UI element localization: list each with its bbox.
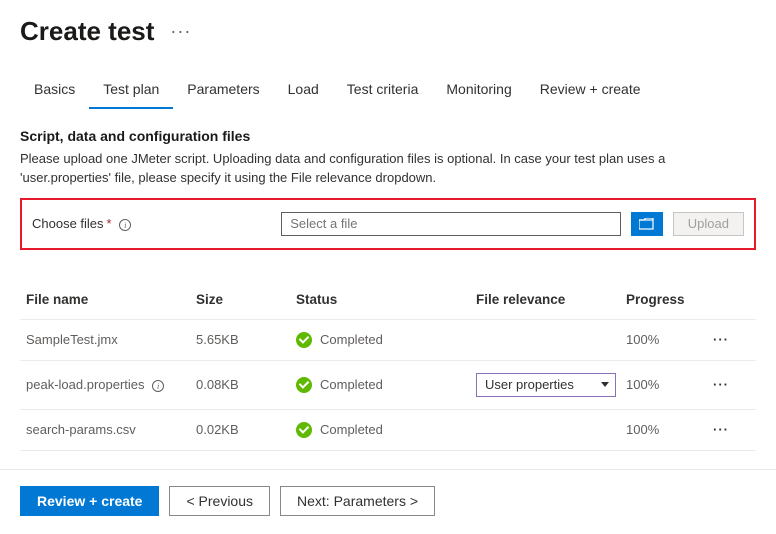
- file-select-input[interactable]: [281, 212, 621, 236]
- section-description: Please upload one JMeter script. Uploadi…: [20, 150, 756, 188]
- cell-progress: 100%: [626, 422, 706, 437]
- th-size: Size: [196, 292, 296, 307]
- cell-status: Completed: [320, 422, 383, 437]
- tab-bar: Basics Test plan Parameters Load Test cr…: [0, 55, 776, 110]
- th-progress: Progress: [626, 292, 706, 307]
- row-actions-icon[interactable]: ···: [706, 332, 736, 347]
- cell-size: 5.65KB: [196, 332, 296, 347]
- check-icon: [296, 332, 312, 348]
- cell-file-name: SampleTest.jmx: [26, 332, 196, 347]
- th-relevance: File relevance: [476, 292, 626, 307]
- review-create-button[interactable]: Review + create: [20, 486, 159, 516]
- tab-monitoring[interactable]: Monitoring: [432, 73, 525, 109]
- previous-button[interactable]: < Previous: [169, 486, 270, 516]
- file-picker-row: Choose files* i Upload: [20, 198, 756, 250]
- info-icon[interactable]: i: [152, 380, 164, 392]
- dropdown-value: User properties: [485, 377, 574, 392]
- tab-basics[interactable]: Basics: [20, 73, 89, 109]
- browse-button[interactable]: [631, 212, 663, 236]
- cell-status: Completed: [320, 332, 383, 347]
- table-row: SampleTest.jmx 5.65KB Completed 100% ···: [20, 320, 756, 361]
- cell-file-name: search-params.csv: [26, 422, 196, 437]
- tab-load[interactable]: Load: [274, 73, 333, 109]
- cell-size: 0.02KB: [196, 422, 296, 437]
- th-file-name: File name: [26, 292, 196, 307]
- th-status: Status: [296, 292, 476, 307]
- cell-progress: 100%: [626, 332, 706, 347]
- tab-test-criteria[interactable]: Test criteria: [333, 73, 433, 109]
- row-actions-icon[interactable]: ···: [706, 422, 736, 437]
- folder-icon: [639, 218, 655, 230]
- cell-status: Completed: [320, 377, 383, 392]
- table-row: peak-load.properties i 0.08KB Completed …: [20, 361, 756, 410]
- section-title: Script, data and configuration files: [20, 128, 756, 144]
- tab-review-create[interactable]: Review + create: [526, 73, 655, 109]
- page-title: Create test: [20, 16, 154, 47]
- tab-test-plan[interactable]: Test plan: [89, 73, 173, 109]
- cell-size: 0.08KB: [196, 377, 296, 392]
- upload-button[interactable]: Upload: [673, 212, 744, 236]
- cell-progress: 100%: [626, 377, 706, 392]
- tab-parameters[interactable]: Parameters: [173, 73, 273, 109]
- chevron-down-icon: [601, 382, 609, 387]
- more-actions-icon[interactable]: ···: [170, 21, 191, 42]
- row-actions-icon[interactable]: ···: [706, 377, 736, 392]
- cell-file-name: peak-load.properties i: [26, 377, 196, 393]
- choose-files-label: Choose files* i: [32, 216, 131, 232]
- check-icon: [296, 422, 312, 438]
- info-icon[interactable]: i: [119, 219, 131, 231]
- table-row: search-params.csv 0.02KB Completed 100% …: [20, 410, 756, 451]
- files-table: File name Size Status File relevance Pro…: [20, 280, 756, 451]
- file-relevance-dropdown[interactable]: User properties: [476, 373, 616, 397]
- check-icon: [296, 377, 312, 393]
- next-button[interactable]: Next: Parameters >: [280, 486, 435, 516]
